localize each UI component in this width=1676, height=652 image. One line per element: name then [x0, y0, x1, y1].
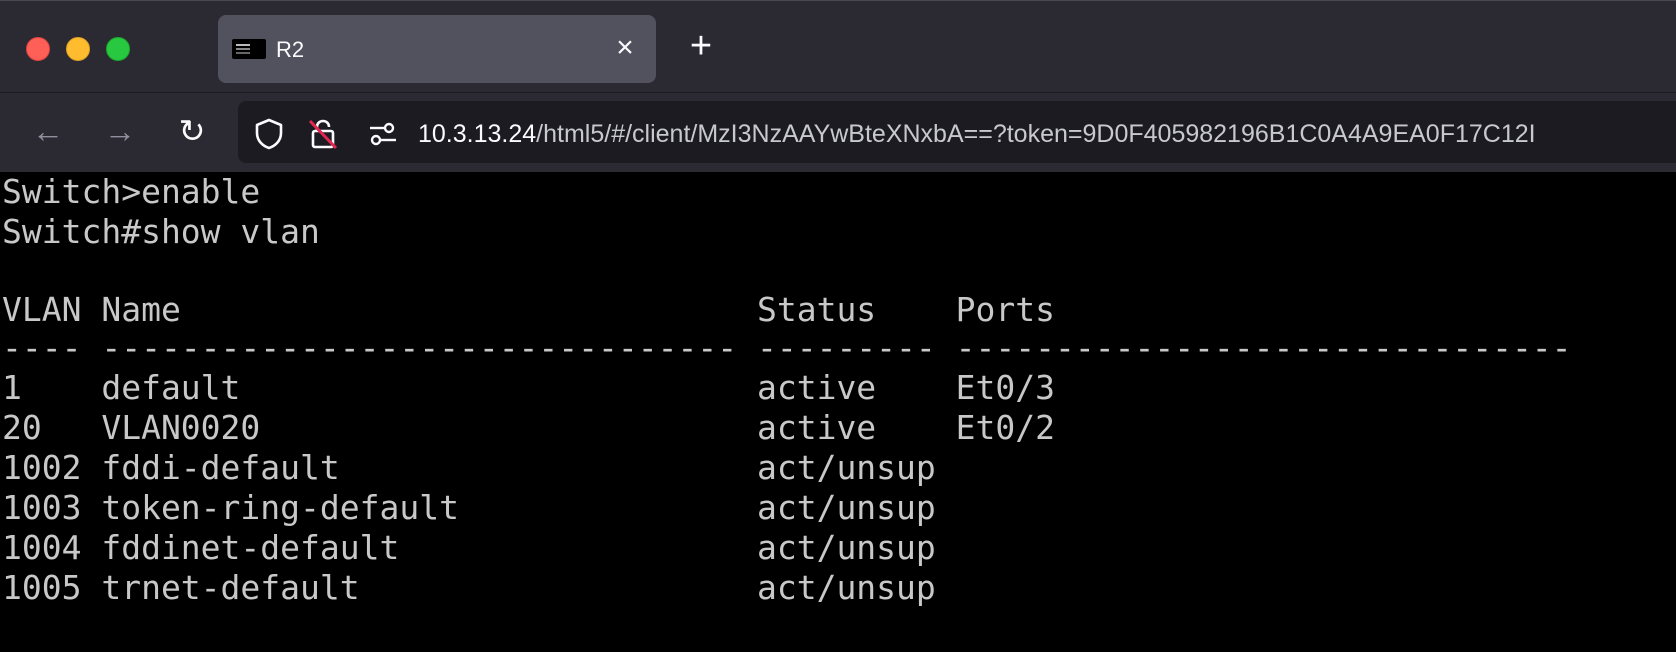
terminal-icon	[232, 39, 266, 59]
url-text[interactable]: 10.3.13.24/html5/#/client/MzI3NzAAYwBteX…	[418, 119, 1536, 149]
close-tab-button[interactable]: ×	[610, 33, 640, 63]
permissions-icon[interactable]	[366, 117, 400, 151]
back-button[interactable]: ←	[28, 111, 68, 151]
terminal-line: ---- -------------------------------- --…	[2, 328, 1572, 367]
shield-icon[interactable]	[252, 117, 286, 151]
new-tab-button[interactable]: +	[684, 27, 718, 65]
terminal-line: 1003 token-ring-default act/unsup	[2, 488, 936, 527]
terminal-line: 20 VLAN0020 active Et0/2	[2, 408, 1055, 447]
close-window-button[interactable]	[26, 37, 50, 61]
url-path: /html5/#/client/MzI3NzAAYwBteXNxbA==?tok…	[536, 120, 1536, 148]
terminal-line: VLAN Name Status Ports	[2, 290, 1055, 329]
zoom-window-button[interactable]	[106, 37, 130, 61]
terminal-screen[interactable]: Switch>enable Switch#show vlan VLAN Name…	[0, 172, 1676, 652]
terminal-line: 1 default active Et0/3	[2, 368, 1055, 407]
terminal-line: Switch>enable	[2, 172, 261, 211]
terminal-line: 1002 fddi-default act/unsup	[2, 448, 936, 487]
tab-strip: R2 × +	[0, 0, 1676, 92]
forward-button[interactable]: →	[100, 111, 140, 151]
terminal-line: Switch#show vlan	[2, 212, 320, 251]
url-host: 10.3.13.24	[418, 120, 537, 148]
insecure-lock-icon[interactable]	[306, 117, 340, 151]
terminal-line: 1004 fddinet-default act/unsup	[2, 528, 936, 567]
navigation-bar: ← → ↻ 10.3.13.24/html5/#/client/MzI3NzAA…	[0, 92, 1676, 172]
terminal-line: 1005 trnet-default act/unsup	[2, 568, 936, 607]
reload-button[interactable]: ↻	[172, 111, 212, 151]
address-bar[interactable]: 10.3.13.24/html5/#/client/MzI3NzAAYwBteX…	[238, 101, 1676, 163]
tab-r2[interactable]: R2 ×	[218, 15, 656, 83]
minimize-window-button[interactable]	[66, 37, 90, 61]
tab-title: R2	[276, 37, 305, 62]
